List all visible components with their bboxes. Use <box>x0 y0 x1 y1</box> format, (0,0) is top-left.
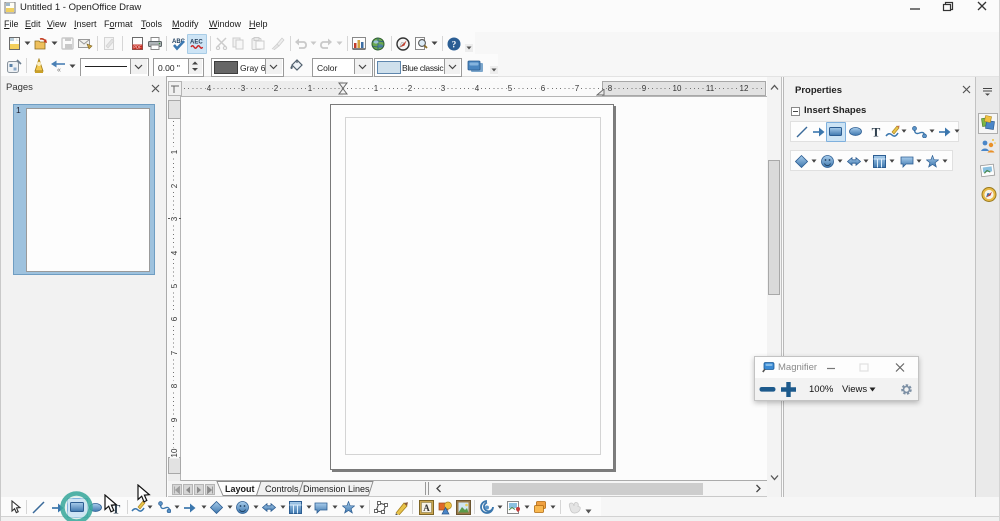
svg-text:T: T <box>872 125 881 138</box>
svg-text:AEC: AEC <box>190 40 203 46</box>
svg-text:PDF: PDF <box>133 45 142 50</box>
svg-text:«: « <box>57 67 61 73</box>
svg-text:A: A <box>423 503 430 513</box>
svg-text:?: ? <box>452 39 457 49</box>
